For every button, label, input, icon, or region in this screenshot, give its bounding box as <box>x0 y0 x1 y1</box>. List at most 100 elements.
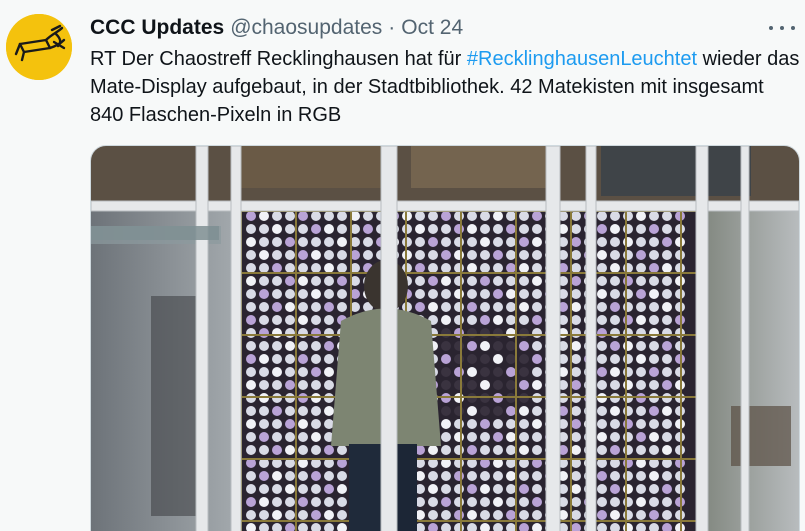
led-bottle-pixel <box>285 276 295 286</box>
led-bottle-pixel <box>246 224 256 234</box>
led-bottle-pixel <box>467 328 477 338</box>
led-bottle-pixel <box>636 354 646 364</box>
led-bottle-pixel <box>519 224 529 234</box>
led-bottle-pixel <box>428 510 438 520</box>
led-bottle-pixel <box>662 250 672 260</box>
led-bottle-pixel <box>441 211 451 221</box>
led-bottle-pixel <box>285 315 295 325</box>
led-bottle-pixel <box>454 211 464 221</box>
led-bottle-pixel <box>610 484 620 494</box>
led-bottle-pixel <box>532 224 542 234</box>
led-bottle-pixel <box>610 302 620 312</box>
led-bottle-pixel <box>441 497 451 507</box>
more-horizontal-icon <box>780 26 784 30</box>
led-bottle-pixel <box>272 419 282 429</box>
led-bottle-pixel <box>597 302 607 312</box>
led-bottle-pixel <box>649 484 659 494</box>
led-bottle-pixel <box>532 432 542 442</box>
more-horizontal-icon <box>769 26 773 30</box>
led-bottle-pixel <box>597 510 607 520</box>
led-bottle-pixel <box>649 445 659 455</box>
led-bottle-pixel <box>337 471 347 481</box>
led-bottle-pixel <box>441 380 451 390</box>
led-bottle-pixel <box>610 510 620 520</box>
tweet-text-start: RT Der Chaostreff Recklinghausen hat für <box>90 48 467 70</box>
led-bottle-pixel <box>467 263 477 273</box>
led-bottle-pixel <box>532 276 542 286</box>
led-bottle-pixel <box>610 341 620 351</box>
led-bottle-pixel <box>337 510 347 520</box>
led-bottle-pixel <box>480 328 490 338</box>
led-bottle-pixel <box>480 484 490 494</box>
led-bottle-pixel <box>571 484 581 494</box>
led-bottle-pixel <box>519 250 529 260</box>
led-bottle-pixel <box>467 237 477 247</box>
led-bottle-pixel <box>246 341 256 351</box>
led-bottle-pixel <box>649 328 659 338</box>
led-bottle-pixel <box>337 263 347 273</box>
led-bottle-pixel <box>571 341 581 351</box>
led-bottle-pixel <box>493 276 503 286</box>
led-bottle-pixel <box>311 380 321 390</box>
tweet-date[interactable]: Oct 24 <box>401 14 463 42</box>
led-bottle-pixel <box>454 367 464 377</box>
led-bottle-pixel <box>636 302 646 312</box>
led-bottle-pixel <box>415 224 425 234</box>
led-bottle-pixel <box>493 354 503 364</box>
led-bottle-pixel <box>441 250 451 260</box>
led-bottle-pixel <box>519 484 529 494</box>
led-bottle-pixel <box>441 367 451 377</box>
led-bottle-pixel <box>636 497 646 507</box>
led-bottle-pixel <box>571 276 581 286</box>
led-bottle-pixel <box>428 224 438 234</box>
led-bottle-pixel <box>623 380 633 390</box>
led-bottle-pixel <box>285 471 295 481</box>
led-bottle-pixel <box>610 263 620 273</box>
led-bottle-pixel <box>285 484 295 494</box>
led-bottle-pixel <box>506 276 516 286</box>
led-bottle-pixel <box>311 250 321 260</box>
led-bottle-pixel <box>298 497 308 507</box>
led-bottle-pixel <box>610 289 620 299</box>
led-bottle-pixel <box>610 315 620 325</box>
display-name[interactable]: CCC Updates <box>90 14 224 42</box>
led-bottle-pixel <box>467 497 477 507</box>
led-bottle-pixel <box>428 484 438 494</box>
led-bottle-pixel <box>571 328 581 338</box>
led-bottle-pixel <box>272 315 282 325</box>
led-bottle-pixel <box>493 237 503 247</box>
hashtag-link[interactable]: #RecklinghausenLeuchtet <box>467 48 697 70</box>
led-bottle-pixel <box>610 380 620 390</box>
led-bottle-pixel <box>480 211 490 221</box>
led-bottle-pixel <box>506 289 516 299</box>
more-options-button[interactable] <box>769 16 795 40</box>
led-bottle-pixel <box>519 315 529 325</box>
led-bottle-pixel <box>519 367 529 377</box>
led-bottle-pixel <box>467 276 477 286</box>
led-bottle-pixel <box>532 367 542 377</box>
tweet-media-photo[interactable] <box>90 145 800 531</box>
led-bottle-pixel <box>519 445 529 455</box>
user-handle[interactable]: @chaosupdates <box>230 14 382 42</box>
led-bottle-pixel <box>259 380 269 390</box>
led-bottle-pixel <box>272 471 282 481</box>
led-bottle-pixel <box>311 406 321 416</box>
led-bottle-pixel <box>272 406 282 416</box>
led-bottle-pixel <box>298 341 308 351</box>
led-bottle-pixel <box>636 380 646 390</box>
led-bottle-pixel <box>311 471 321 481</box>
led-bottle-pixel <box>480 497 490 507</box>
led-bottle-pixel <box>441 263 451 273</box>
led-bottle-pixel <box>259 419 269 429</box>
led-bottle-pixel <box>259 354 269 364</box>
led-bottle-pixel <box>532 406 542 416</box>
led-bottle-pixel <box>636 341 646 351</box>
tweet[interactable]: CCC Updates @chaosupdates · Oct 24 RT De… <box>0 0 805 531</box>
led-bottle-pixel <box>428 263 438 273</box>
avatar[interactable] <box>6 14 72 80</box>
led-bottle-pixel <box>285 497 295 507</box>
led-bottle-pixel <box>324 302 334 312</box>
led-bottle-pixel <box>285 367 295 377</box>
led-bottle-pixel <box>324 367 334 377</box>
led-bottle-pixel <box>285 419 295 429</box>
